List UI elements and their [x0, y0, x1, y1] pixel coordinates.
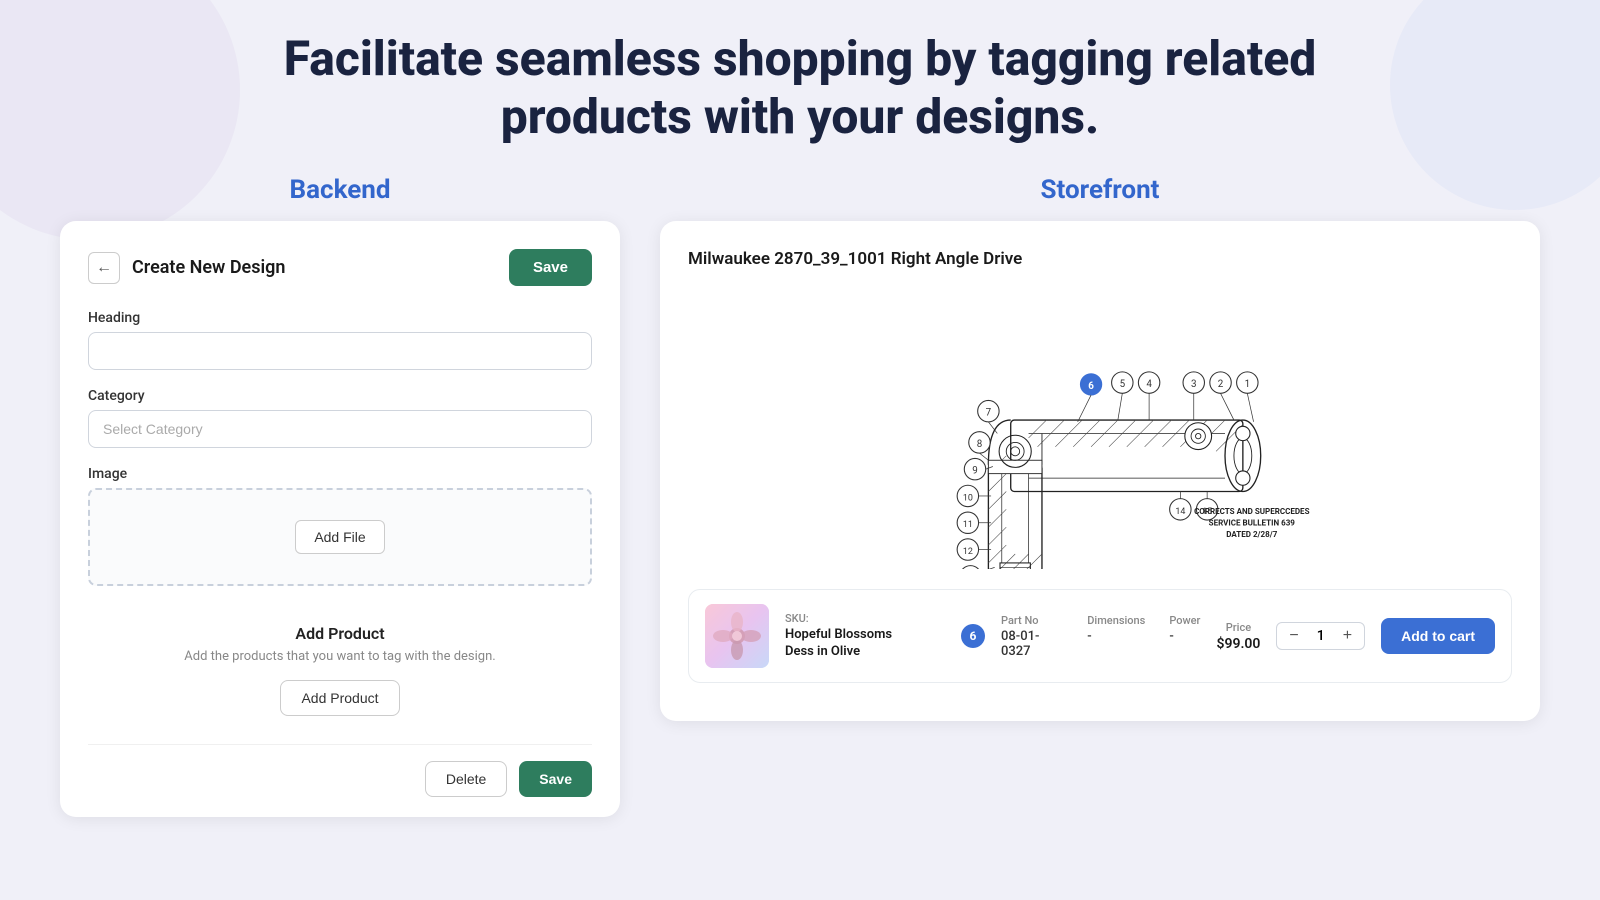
heading-group: Heading: [88, 310, 592, 370]
part-no-value: 08-01-0327: [1001, 629, 1063, 659]
qty-plus-button[interactable]: +: [1339, 627, 1356, 645]
product-name: Hopeful Blossoms Dess in Olive: [785, 627, 945, 661]
product-card: SKU: Hopeful Blossoms Dess in Olive 6 Pa…: [688, 589, 1512, 683]
panel-header: ← Create New Design Save: [88, 249, 592, 286]
qty-value: 1: [1311, 628, 1331, 644]
heading-label: Heading: [88, 310, 592, 326]
sku-label: SKU:: [785, 612, 945, 625]
category-input[interactable]: [88, 410, 592, 448]
product-info: SKU: Hopeful Blossoms Dess in Olive: [785, 612, 945, 661]
image-upload-area: Add File: [88, 488, 592, 586]
product-meta: Part No 08-01-0327 Dimensions - Power -: [1001, 614, 1200, 659]
add-to-cart-button[interactable]: Add to cart: [1381, 618, 1495, 654]
part-no-col: Part No 08-01-0327: [1001, 614, 1063, 659]
add-product-title: Add Product: [88, 624, 592, 643]
price-section: Price $99.00: [1216, 621, 1260, 652]
add-product-desc: Add the products that you want to tag wi…: [88, 649, 592, 664]
svg-text:6: 6: [1088, 381, 1094, 392]
svg-text:11: 11: [963, 520, 973, 530]
product-title: Milwaukee 2870_39_1001 Right Angle Drive: [688, 249, 1512, 269]
add-file-button[interactable]: Add File: [295, 520, 384, 554]
save-bottom-button[interactable]: Save: [519, 761, 592, 797]
category-group: Category: [88, 388, 592, 448]
hero-title: Facilitate seamless shopping by tagging …: [250, 30, 1350, 145]
svg-text:2: 2: [1218, 379, 1224, 390]
storefront-label: Storefront: [660, 175, 1540, 205]
svg-text:14: 14: [1175, 507, 1185, 517]
svg-text:CORRECTS AND SUPERCCEDES: CORRECTS AND SUPERCCEDES: [1194, 507, 1310, 516]
svg-text:1: 1: [1245, 379, 1251, 390]
heading-input[interactable]: [88, 332, 592, 370]
quantity-control: − 1 +: [1276, 622, 1365, 650]
power-label: Power: [1169, 614, 1200, 627]
qty-minus-button[interactable]: −: [1285, 627, 1302, 645]
category-label: Category: [88, 388, 592, 404]
svg-text:SERVICE BULLETIN 639: SERVICE BULLETIN 639: [1209, 519, 1296, 528]
product-thumbnail: [705, 604, 769, 668]
panel-title: Create New Design: [132, 257, 509, 278]
add-product-button[interactable]: Add Product: [280, 680, 399, 716]
svg-text:12: 12: [963, 547, 973, 557]
svg-text:8: 8: [977, 439, 983, 450]
part-no-label: Part No: [1001, 614, 1063, 627]
diagram-container: 6 5 4 3 2: [688, 289, 1512, 569]
backend-panel: ← Create New Design Save Heading Categor…: [60, 221, 620, 817]
dimensions-value: -: [1087, 629, 1145, 644]
technical-diagram: 6 5 4 3 2: [850, 289, 1350, 569]
tag-badge: 6: [961, 624, 985, 648]
storefront-panel: Milwaukee 2870_39_1001 Right Angle Drive: [660, 221, 1540, 721]
price-label: Price: [1226, 621, 1251, 634]
power-value: -: [1169, 629, 1200, 644]
svg-text:4: 4: [1146, 379, 1152, 390]
price-value: $99.00: [1216, 636, 1260, 652]
svg-text:9: 9: [972, 466, 978, 477]
storefront-section: Storefront Milwaukee 2870_39_1001 Right …: [660, 175, 1540, 721]
svg-text:DATED 2/28/7: DATED 2/28/7: [1226, 530, 1277, 539]
dimensions-label: Dimensions: [1087, 614, 1145, 627]
image-label: Image: [88, 466, 592, 482]
delete-button[interactable]: Delete: [425, 761, 507, 797]
svg-text:3: 3: [1191, 379, 1197, 390]
panel-footer: Delete Save: [88, 744, 592, 797]
svg-text:5: 5: [1120, 379, 1126, 390]
dimensions-col: Dimensions -: [1087, 614, 1145, 659]
svg-text:10: 10: [963, 494, 973, 504]
backend-section: Backend ← Create New Design Save Heading…: [60, 175, 620, 817]
power-col: Power -: [1169, 614, 1200, 659]
back-button[interactable]: ←: [88, 252, 120, 284]
image-group: Image Add File: [88, 466, 592, 586]
add-product-section: Add Product Add the products that you wa…: [88, 604, 592, 726]
svg-text:7: 7: [986, 408, 992, 419]
backend-label: Backend: [60, 175, 620, 205]
save-top-button[interactable]: Save: [509, 249, 592, 286]
